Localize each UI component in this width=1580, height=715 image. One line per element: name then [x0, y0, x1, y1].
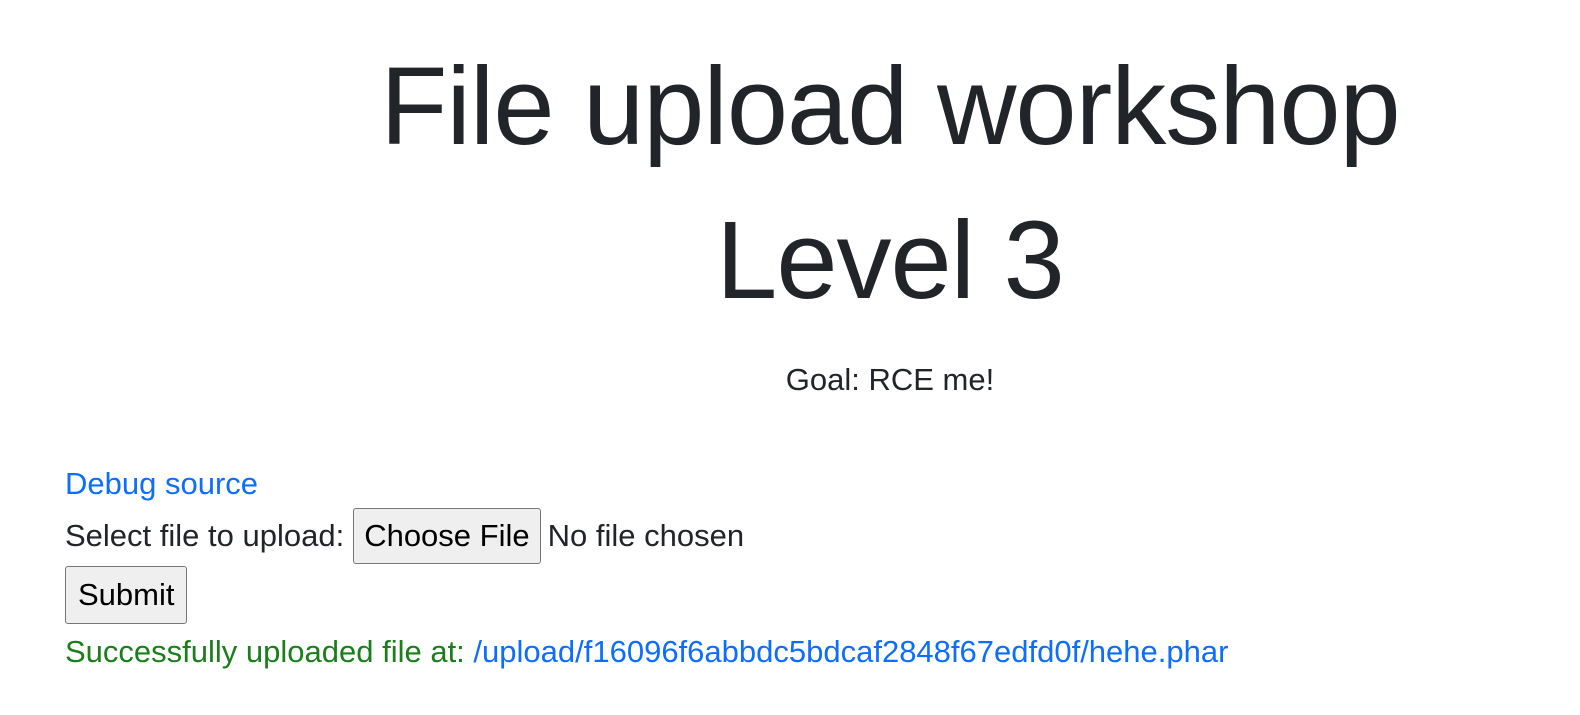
file-select-label: Select file to upload:: [65, 518, 345, 553]
file-status-text: No file chosen: [547, 518, 745, 553]
hero-header: File upload workshop Level 3 Goal: RCE m…: [300, 30, 1480, 400]
file-select-row: Select file to upload: Choose File No fi…: [65, 508, 1228, 564]
page: File upload workshop Level 3 Goal: RCE m…: [0, 0, 1580, 715]
upload-section: Debug source Select file to upload: Choo…: [65, 462, 1228, 674]
goal-text: Goal: RCE me!: [785, 362, 995, 397]
debug-row: Debug source: [65, 462, 1228, 506]
upload-form: Select file to upload: Choose File No fi…: [65, 508, 1228, 624]
uploaded-file-link[interactable]: /upload/f16096f6abbdc5bdcaf2848f67edfd0f…: [473, 634, 1228, 669]
page-title: File upload workshop: [380, 45, 1400, 168]
submit-row: Submit: [65, 566, 1228, 624]
success-message: Successfully uploaded file at:: [65, 634, 465, 669]
level-title: Level 3: [716, 199, 1065, 322]
debug-source-link[interactable]: Debug source: [65, 466, 258, 501]
upload-result: Successfully uploaded file at: /upload/f…: [65, 630, 1228, 674]
submit-button[interactable]: Submit: [65, 566, 188, 624]
choose-file-button[interactable]: Choose File: [353, 508, 541, 564]
